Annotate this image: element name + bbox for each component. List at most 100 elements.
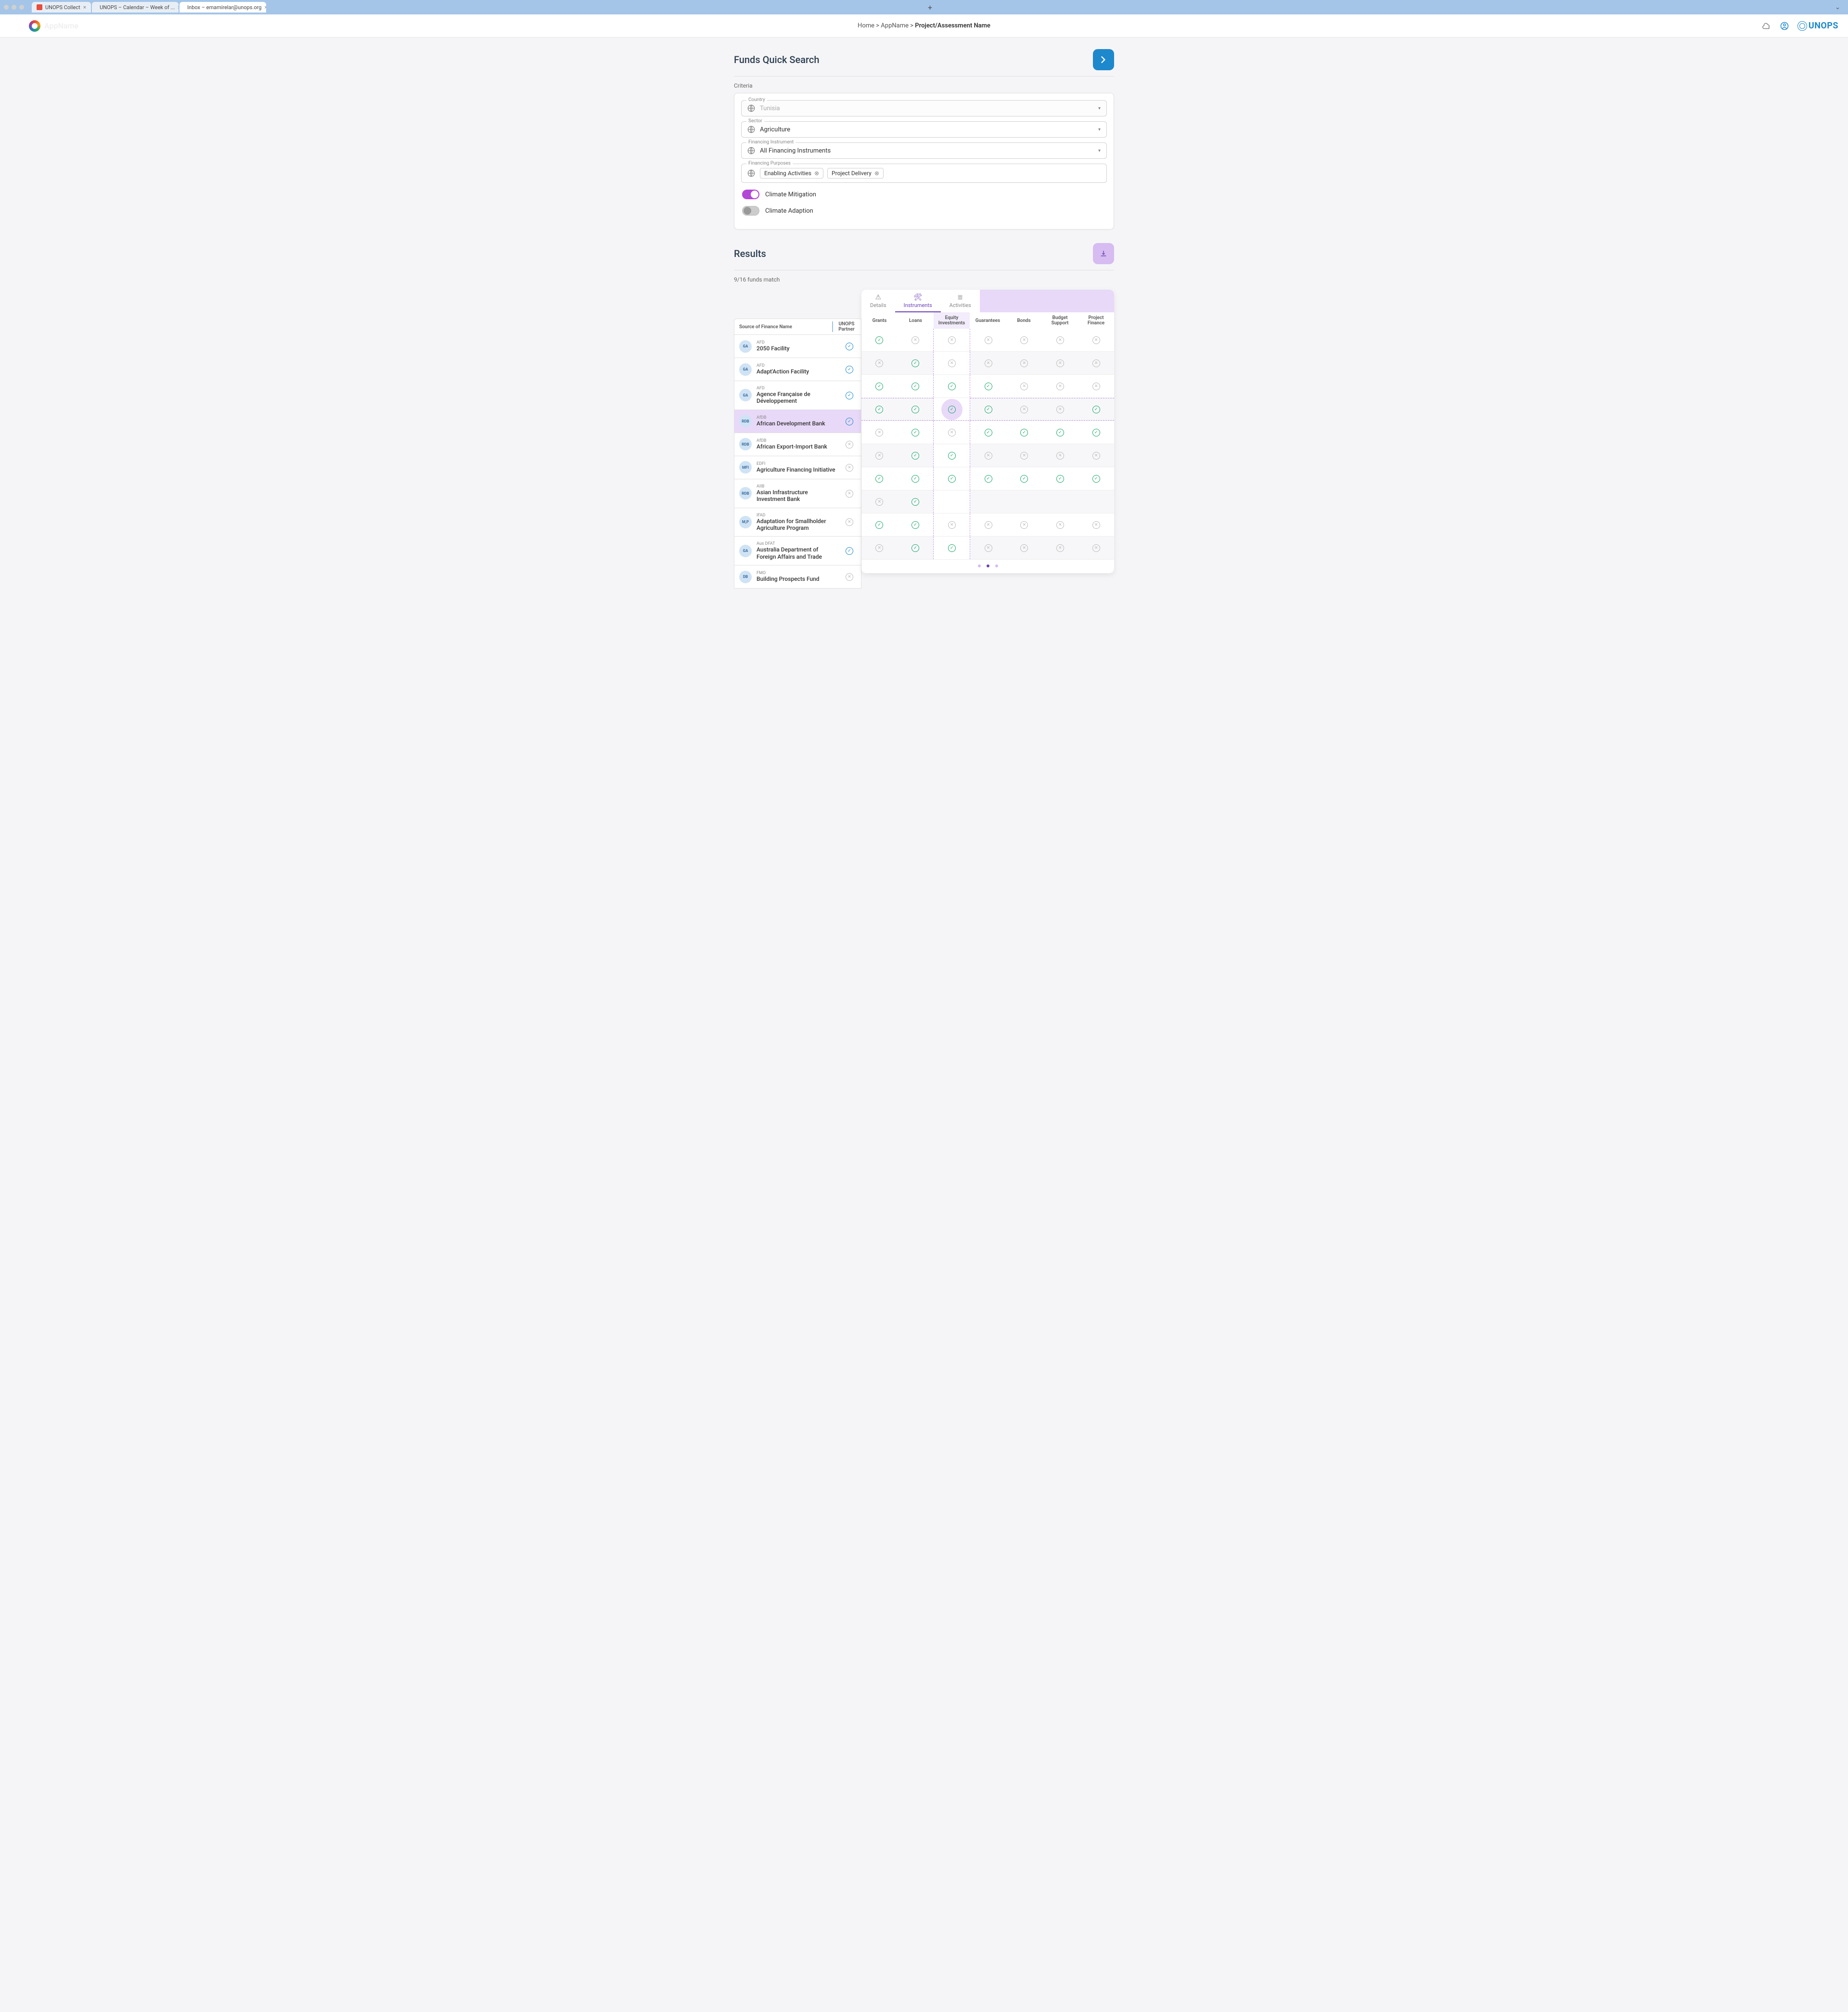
xmark-icon: ✕: [1020, 521, 1028, 529]
pager-dot[interactable]: [978, 564, 981, 567]
minimize-window-button[interactable]: [12, 5, 16, 10]
fund-org: AfDB: [757, 438, 838, 443]
check-icon: ✓: [1092, 429, 1100, 436]
financing-instrument-field[interactable]: Financing Instrument All Financing Instr…: [741, 142, 1107, 159]
instrument-cell: ✕: [1078, 537, 1114, 559]
fund-row[interactable]: GA AFD 2050 Facility ✓: [734, 335, 861, 358]
instrument-cell: ✕: [1078, 329, 1114, 351]
instrument-cell: ✕: [861, 444, 898, 467]
instrument-cell: ✕: [1042, 375, 1078, 397]
instrument-cell: ✓: [933, 467, 970, 490]
fund-name: Agriculture Financing Initiative: [757, 466, 838, 473]
filter-card: Country Tunisia ▾ Sector Agriculture ▾ F…: [734, 93, 1114, 230]
instrument-cell: ✕: [1006, 537, 1042, 559]
browser-tab[interactable]: UNOPS Collect ×: [32, 2, 91, 13]
panel-tab-activities[interactable]: ≣Activities: [941, 290, 980, 312]
app-logo: AppName: [29, 20, 78, 32]
close-tab-icon[interactable]: ×: [83, 4, 86, 11]
new-tab-button[interactable]: +: [924, 3, 936, 12]
fund-row[interactable]: GA AFD Agence Française de Développement…: [734, 381, 861, 410]
partner-status: ✓: [843, 547, 856, 555]
check-icon: ✓: [911, 452, 919, 460]
close-window-button[interactable]: [4, 5, 9, 10]
warning-icon: ⚠: [875, 294, 882, 301]
panel-tab-label: Details: [870, 302, 886, 308]
fund-org: IFAD: [757, 513, 838, 518]
instrument-cell: ✕: [861, 421, 898, 444]
instrument-cell: ✕: [1006, 444, 1042, 467]
sector-field[interactable]: Sector Agriculture ▾: [741, 121, 1107, 138]
column-header[interactable]: Budget Support: [1042, 312, 1078, 329]
app-name-label: AppName: [44, 21, 78, 30]
partner-status: ✓: [843, 391, 856, 399]
panel-tab-details[interactable]: ⚠Details: [861, 290, 895, 312]
instrument-cell: [970, 490, 1006, 513]
financing-instrument-value: All Financing Instruments: [760, 147, 1093, 154]
close-tab-icon[interactable]: ×: [264, 4, 266, 11]
remove-chip-icon[interactable]: ⊗: [814, 170, 819, 177]
browser-tab[interactable]: Inbox – emamirelar@unops.org ×: [180, 2, 266, 13]
check-icon: ✓: [875, 521, 883, 529]
fund-instruments-row: ✕✓✕✓✓✓✓: [861, 421, 1114, 444]
instrument-cell: ✓: [1006, 467, 1042, 490]
browser-tab[interactable]: UNOPS – Calendar – Week of ... ×: [92, 2, 179, 13]
xmark-icon: ✕: [1020, 359, 1028, 367]
fund-row[interactable]: DB FMO Building Prospects Fund ✕: [734, 565, 861, 589]
column-header[interactable]: Project Finance: [1078, 312, 1114, 329]
download-results-button[interactable]: [1093, 243, 1114, 264]
pager-dot[interactable]: [987, 564, 989, 567]
toggle-switch[interactable]: [742, 206, 759, 216]
toggle-switch[interactable]: [742, 190, 759, 199]
instrument-cell: ✕: [861, 537, 898, 559]
browser-tabs: UNOPS Collect × UNOPS – Calendar – Week …: [32, 2, 921, 13]
column-header[interactable]: Grants: [861, 312, 898, 329]
breadcrumb-page[interactable]: Project/Assessment Name: [915, 22, 990, 29]
panel-tab-instruments[interactable]: 🛠Instruments: [895, 290, 941, 312]
partner-status: ✕: [843, 463, 856, 472]
fund-row[interactable]: GA AFD Adapt'Action Facility ✓: [734, 358, 861, 381]
fund-row[interactable]: RDB AfDB African Development Bank ✓: [734, 410, 861, 433]
breadcrumb-home[interactable]: Home: [858, 22, 874, 29]
fund-row[interactable]: RDB AIIB Asian Infrastructure Investment…: [734, 479, 861, 508]
column-header[interactable]: Bonds: [1006, 312, 1042, 329]
fund-name: Agence Française de Développement: [757, 391, 838, 405]
filter-chip[interactable]: Enabling Activities⊗: [760, 168, 823, 179]
check-icon: ✓: [911, 383, 919, 390]
financing-purposes-field[interactable]: Financing Purposes Enabling Activities⊗P…: [741, 164, 1107, 183]
column-header[interactable]: Loans: [898, 312, 934, 329]
xmark-icon: ✕: [1020, 544, 1028, 552]
maximize-window-button[interactable]: [19, 5, 24, 10]
pager-dot[interactable]: [995, 564, 998, 567]
close-tab-icon[interactable]: ×: [178, 4, 179, 11]
fund-type-badge: GA: [739, 363, 752, 376]
instrument-cell: ✕: [1006, 375, 1042, 397]
fund-type-badge: MFI: [739, 461, 752, 474]
column-header[interactable]: Guarantees: [970, 312, 1006, 329]
check-icon: ✓: [846, 343, 853, 350]
tools-icon: 🛠: [913, 294, 922, 301]
results-section-title: Results: [734, 248, 766, 259]
partner-status: ✓: [843, 342, 856, 350]
fund-row[interactable]: RDB AfDB African Export-Import Bank ✕: [734, 433, 861, 456]
column-header[interactable]: Equity Investments: [934, 312, 970, 329]
fund-row[interactable]: M,P IFAD Adaptation for Smallholder Agri…: [734, 508, 861, 537]
cloud-sync-icon[interactable]: [1762, 23, 1771, 29]
instrument-cell: ✕: [1042, 398, 1078, 421]
fund-row[interactable]: MFI EDFI Agriculture Financing Initiativ…: [734, 456, 861, 479]
fund-row[interactable]: GA Aus DFAT Australia Department of Fore…: [734, 537, 861, 565]
country-field[interactable]: Country Tunisia ▾: [741, 100, 1107, 116]
fund-instruments-row: ✓✓✕✕✕✕✕: [861, 513, 1114, 537]
instrument-cell: ✕: [1042, 352, 1078, 374]
check-icon: ✓: [1092, 406, 1100, 413]
un-emblem-icon: [1797, 21, 1807, 31]
breadcrumb-app[interactable]: AppName: [881, 22, 909, 29]
pager: [861, 560, 1114, 573]
profile-icon[interactable]: [1780, 22, 1789, 30]
run-search-button[interactable]: [1093, 49, 1114, 70]
filter-chip[interactable]: Project Delivery⊗: [827, 168, 884, 179]
chrome-overflow-button[interactable]: ⌄: [1831, 4, 1844, 11]
check-icon: ✓: [911, 498, 919, 506]
remove-chip-icon[interactable]: ⊗: [874, 170, 879, 177]
xmark-icon: ✕: [846, 464, 853, 472]
instrument-cell: ✕: [933, 329, 970, 351]
